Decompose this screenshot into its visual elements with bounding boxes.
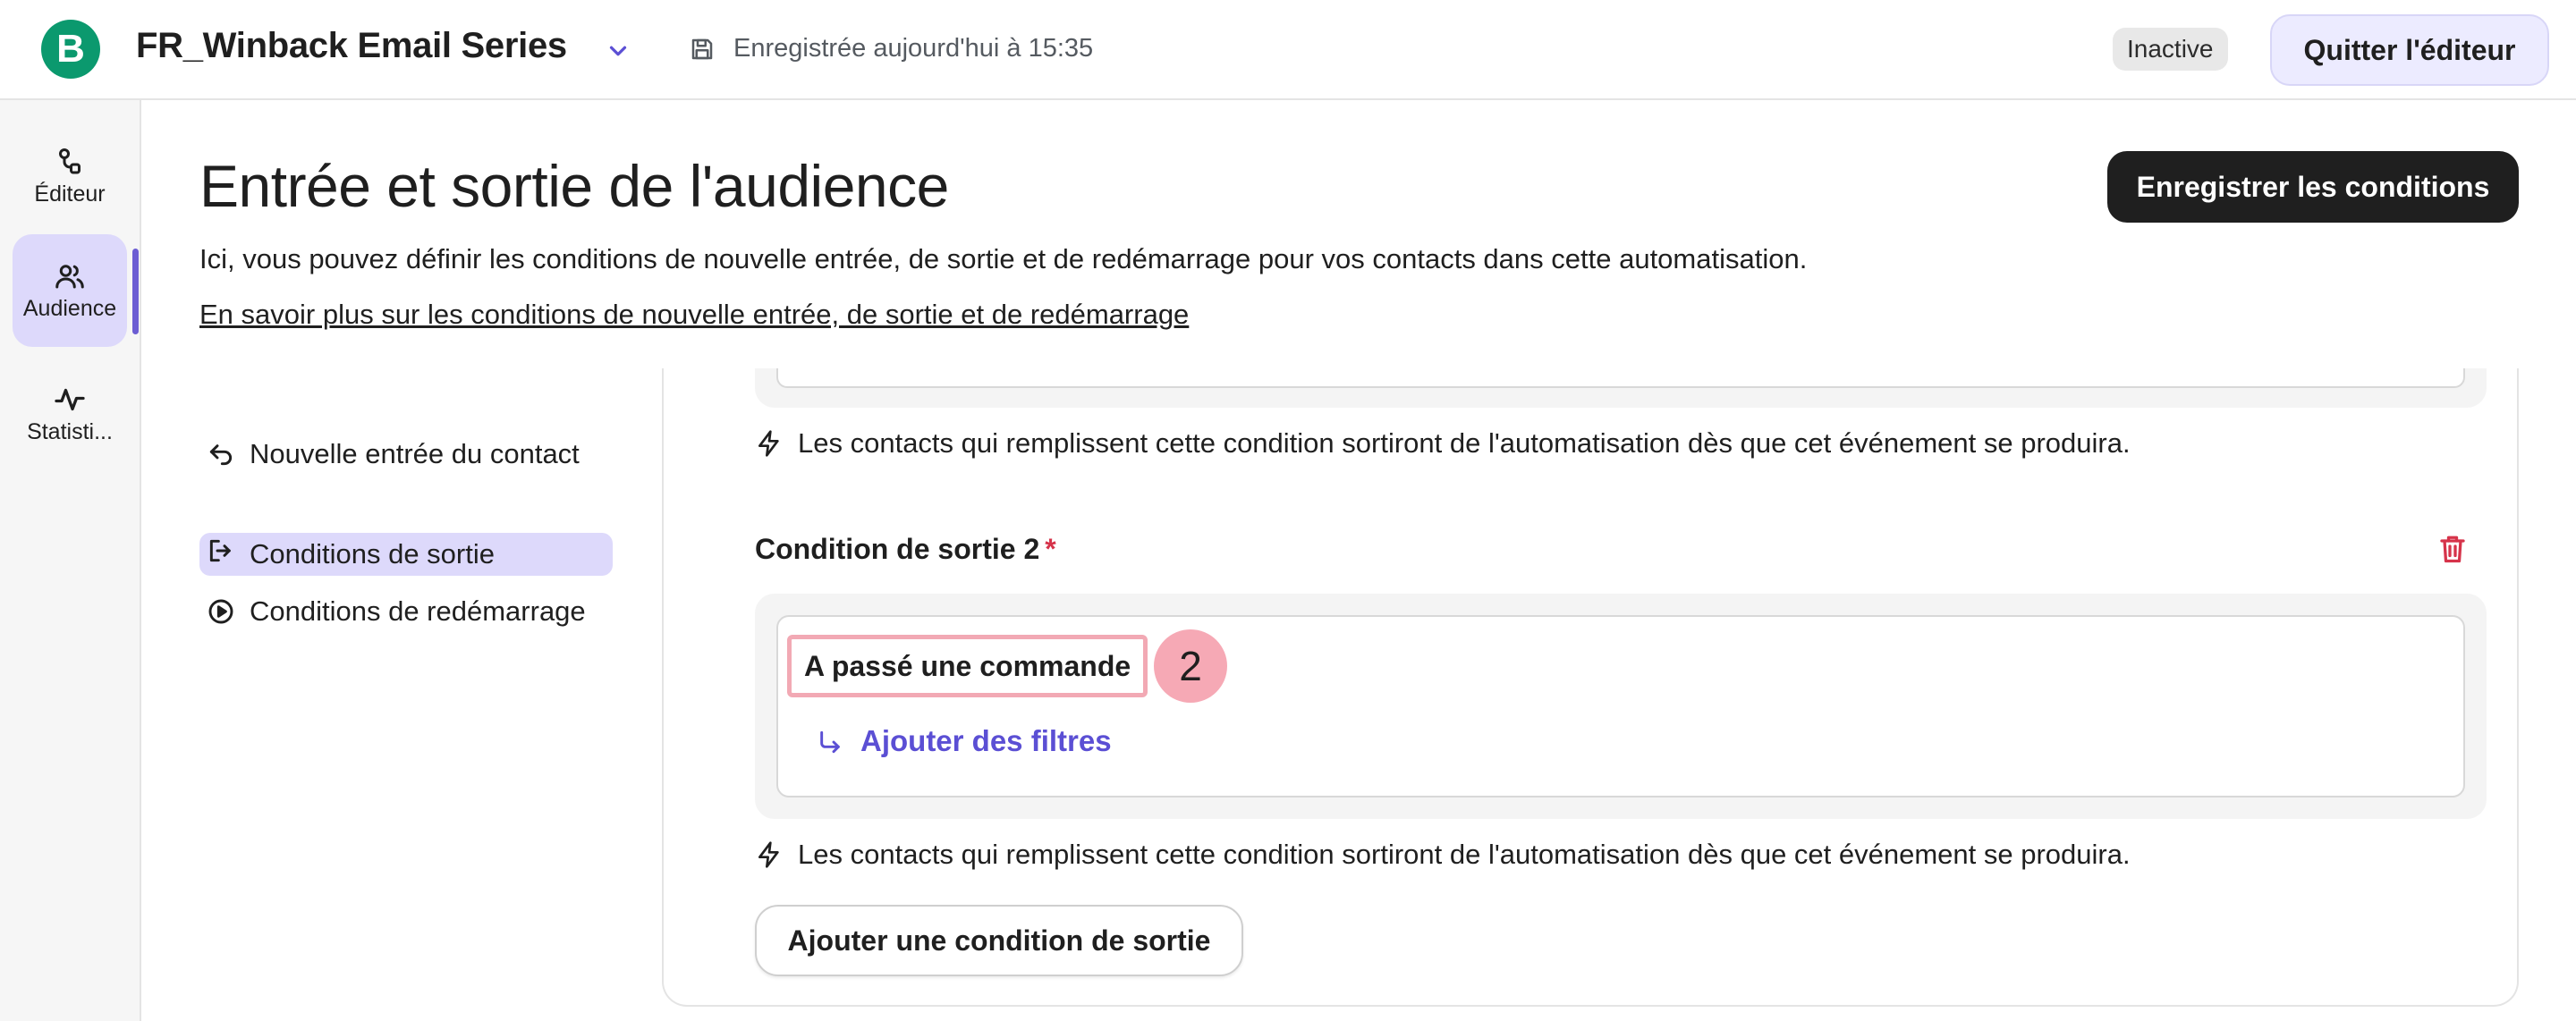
condition-2-box bbox=[755, 594, 2487, 819]
quit-editor-button[interactable]: Quitter l'éditeur bbox=[2270, 14, 2549, 86]
rail-label: Audience bbox=[22, 295, 117, 321]
top-bar: B FR_Winback Email Series Enregistrée au… bbox=[0, 0, 2576, 100]
condition-1-box bbox=[755, 368, 2487, 408]
lightning-icon bbox=[758, 841, 779, 868]
page-description: Ici, vous pouvez définir les conditions … bbox=[199, 243, 1808, 274]
save-icon bbox=[691, 38, 713, 60]
left-rail: Éditeur Audience Statisti... bbox=[0, 100, 141, 1021]
activity-icon bbox=[55, 388, 85, 410]
info-text: Les contacts qui remplissent cette condi… bbox=[798, 427, 2131, 459]
step-number-badge: 2 bbox=[1154, 629, 1227, 703]
play-circle-icon bbox=[208, 599, 233, 624]
chevron-down-icon[interactable] bbox=[605, 38, 631, 64]
subnav-item-exit[interactable]: Conditions de sortie bbox=[199, 533, 613, 576]
add-exit-condition-button[interactable]: Ajouter une condition de sortie bbox=[755, 905, 1243, 976]
add-filters-link[interactable]: Ajouter des filtres bbox=[816, 724, 1138, 760]
logo-letter: B bbox=[56, 27, 85, 71]
condition-2-title-text: Condition de sortie 2 bbox=[755, 533, 1040, 565]
exit-icon bbox=[209, 539, 231, 562]
page-title: Entrée et sortie de l'audience bbox=[199, 153, 949, 219]
subnav-item-restart[interactable]: Conditions de redémarrage bbox=[199, 590, 613, 676]
subnav-label: Nouvelle entrée du contact bbox=[250, 438, 580, 469]
status-badge: Inactive bbox=[2113, 28, 2228, 71]
condition-1-inner bbox=[776, 368, 2465, 388]
brand-logo[interactable]: B bbox=[41, 20, 100, 79]
saved-status: Enregistrée aujourd'hui à 15:35 bbox=[733, 34, 1094, 63]
event-chip[interactable]: A passé une commande bbox=[787, 635, 1148, 697]
subnav-label: Conditions de sortie bbox=[250, 538, 495, 570]
lightning-icon bbox=[758, 430, 779, 457]
subnav-label: Conditions de redémarrage bbox=[250, 595, 586, 627]
workflow-icon bbox=[59, 148, 80, 173]
automation-title: FR_Winback Email Series bbox=[136, 26, 567, 65]
subnav-item-reentry[interactable]: Nouvelle entrée du contact bbox=[199, 433, 613, 519]
users-icon bbox=[55, 264, 84, 288]
required-mark: * bbox=[1045, 533, 1056, 565]
active-indicator bbox=[132, 249, 139, 334]
rail-item-editor[interactable]: Éditeur bbox=[13, 120, 127, 232]
rail-label: Statisti... bbox=[27, 418, 113, 444]
info-text: Les contacts qui remplissent cette condi… bbox=[798, 839, 2131, 870]
condition-2-title: Condition de sortie 2 * bbox=[755, 533, 1056, 566]
undo-arrow-icon bbox=[209, 444, 233, 466]
add-filters-label: Ajouter des filtres bbox=[860, 724, 1112, 757]
rail-label: Éditeur bbox=[34, 181, 106, 207]
learn-more-link[interactable]: En savoir plus sur les conditions de nou… bbox=[199, 299, 1189, 331]
info-line-1: Les contacts qui remplissent cette condi… bbox=[755, 427, 2454, 463]
arrow-down-right-icon bbox=[820, 730, 840, 754]
rail-item-statistics[interactable]: Statisti... bbox=[13, 358, 127, 470]
info-line-2: Les contacts qui remplissent cette condi… bbox=[755, 839, 2454, 874]
rail-item-audience[interactable]: Audience bbox=[13, 234, 127, 347]
save-conditions-button[interactable]: Enregistrer les conditions bbox=[2107, 151, 2519, 223]
trash-icon[interactable] bbox=[2436, 533, 2469, 565]
